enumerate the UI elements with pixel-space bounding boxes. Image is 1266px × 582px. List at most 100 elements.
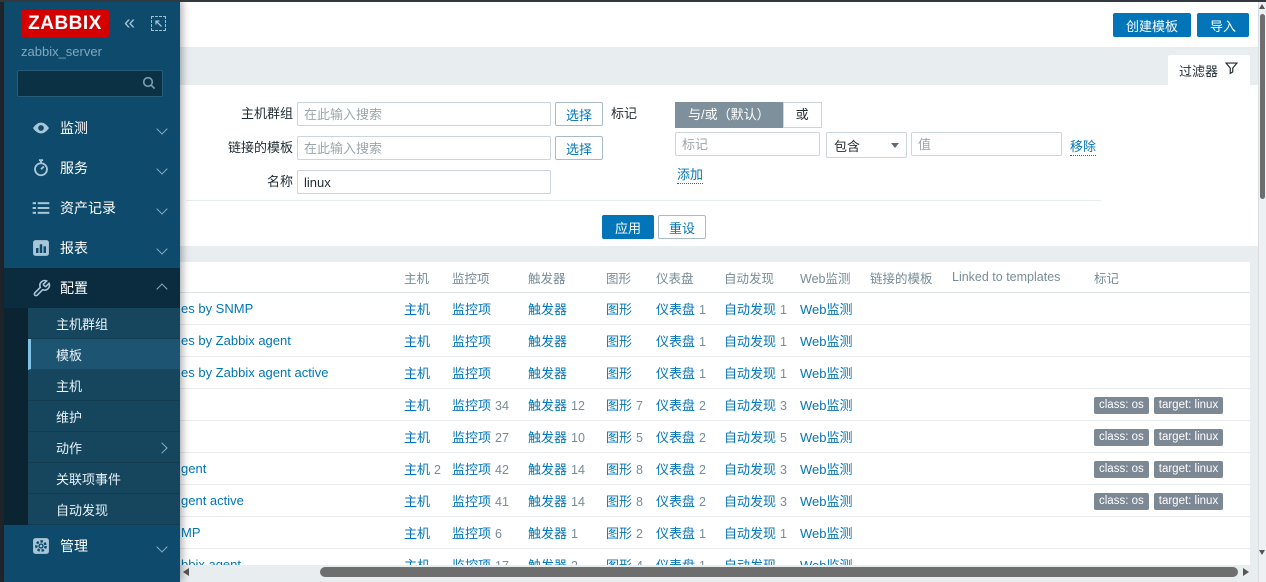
discovery-link[interactable]: 自动发现 <box>724 558 776 565</box>
web-link[interactable]: Web监测 <box>800 494 853 509</box>
hosts-link[interactable]: 主机 <box>404 366 430 381</box>
triggers-link[interactable]: 触发器 <box>528 558 567 565</box>
tag-value-input[interactable] <box>911 132 1062 156</box>
triggers-link[interactable]: 触发器 <box>528 366 567 381</box>
tag-remove-link[interactable]: 移除 <box>1070 136 1096 156</box>
web-link[interactable]: Web监测 <box>800 430 853 445</box>
sidebar-item-reports[interactable]: 报表 <box>4 228 180 268</box>
triggers-link[interactable]: 触发器 <box>528 526 567 541</box>
dashboards-link[interactable]: 仪表盘 <box>656 334 695 349</box>
template-name-link[interactable]: gent <box>181 461 206 476</box>
items-link[interactable]: 监控项 <box>452 398 491 413</box>
web-link[interactable]: Web监测 <box>800 462 853 477</box>
discovery-link[interactable]: 自动发现 <box>724 462 776 477</box>
sidebar-item-services[interactable]: 服务 <box>4 148 180 188</box>
graphs-link[interactable]: 图形 <box>606 430 632 445</box>
hosts-link[interactable]: 主机 <box>404 494 430 509</box>
hosts-link[interactable]: 主机 <box>404 302 430 317</box>
scroll-left-arrow-icon[interactable] <box>183 568 189 576</box>
triggers-link[interactable]: 触发器 <box>528 430 567 445</box>
triggers-link[interactable]: 触发器 <box>528 398 567 413</box>
triggers-link[interactable]: 触发器 <box>528 462 567 477</box>
submenu-item-maintenance[interactable]: 维护 <box>28 401 180 432</box>
tag-logic-or-button[interactable]: 或 <box>783 102 822 128</box>
dashboards-link[interactable]: 仪表盘 <box>656 430 695 445</box>
items-link[interactable]: 监控项 <box>452 430 491 445</box>
hosts-link[interactable]: 主机 <box>404 558 430 565</box>
dashboards-link[interactable]: 仪表盘 <box>656 302 695 317</box>
name-input[interactable] <box>297 170 551 194</box>
discovery-link[interactable]: 自动发现 <box>724 398 776 413</box>
submenu-item-discovery[interactable]: 自动发现 <box>28 494 180 525</box>
graphs-link[interactable]: 图形 <box>606 334 632 349</box>
tag-add-link[interactable]: 添加 <box>677 164 703 184</box>
discovery-link[interactable]: 自动发现 <box>724 366 776 381</box>
dashboards-link[interactable]: 仪表盘 <box>656 366 695 381</box>
hosts-link[interactable]: 主机 <box>404 398 430 413</box>
submenu-item-event-correlation[interactable]: 关联项事件 <box>28 463 180 494</box>
sidebar-item-configuration[interactable]: 配置 <box>4 268 180 308</box>
tag-operator-select[interactable]: 包含 <box>826 132 907 158</box>
template-name-link[interactable]: MP <box>181 525 201 540</box>
tag-name-input[interactable] <box>675 132 820 156</box>
sidebar-item-administration[interactable]: 管理 <box>4 528 180 564</box>
collapse-sidebar-icon[interactable]: « <box>124 11 135 35</box>
import-button[interactable]: 导入 <box>1197 13 1249 37</box>
graphs-link[interactable]: 图形 <box>606 398 632 413</box>
hosts-link[interactable]: 主机 <box>404 526 430 541</box>
linked-template-input[interactable] <box>297 136 551 160</box>
reset-button[interactable]: 重设 <box>658 215 706 239</box>
web-link[interactable]: Web监测 <box>800 366 853 381</box>
triggers-link[interactable]: 触发器 <box>528 494 567 509</box>
web-link[interactable]: Web监测 <box>800 398 853 413</box>
tag-logic-andor-button[interactable]: 与/或（默认） <box>675 102 783 128</box>
dashboards-link[interactable]: 仪表盘 <box>656 494 695 509</box>
discovery-link[interactable]: 自动发现 <box>724 430 776 445</box>
dashboards-link[interactable]: 仪表盘 <box>656 398 695 413</box>
graphs-link[interactable]: 图形 <box>606 302 632 317</box>
discovery-link[interactable]: 自动发现 <box>724 526 776 541</box>
dashboards-link[interactable]: 仪表盘 <box>656 558 695 565</box>
items-link[interactable]: 监控项 <box>452 462 491 477</box>
template-name-link[interactable]: es by Zabbix agent active <box>181 365 328 380</box>
items-link[interactable]: 监控项 <box>452 302 491 317</box>
submenu-item-hosts[interactable]: 主机 <box>28 370 180 401</box>
items-link[interactable]: 监控项 <box>452 366 491 381</box>
submenu-item-actions[interactable]: 动作 <box>28 432 180 463</box>
horizontal-scrollbar-thumb[interactable] <box>320 567 1238 577</box>
web-link[interactable]: Web监测 <box>800 526 853 541</box>
items-link[interactable]: 监控项 <box>452 494 491 509</box>
sidebar-search-input[interactable] <box>24 73 140 94</box>
web-link[interactable]: Web监测 <box>800 558 853 565</box>
filter-tab[interactable]: 过滤器 <box>1168 55 1250 85</box>
template-name-link[interactable]: gent active <box>181 493 244 508</box>
triggers-link[interactable]: 触发器 <box>528 334 567 349</box>
discovery-link[interactable]: 自动发现 <box>724 494 776 509</box>
graphs-link[interactable]: 图形 <box>606 558 632 565</box>
scroll-right-arrow-icon[interactable] <box>1243 568 1249 576</box>
submenu-item-templates[interactable]: 模板 <box>28 339 180 370</box>
discovery-link[interactable]: 自动发现 <box>724 302 776 317</box>
sidebar-item-monitoring[interactable]: 监测 <box>4 108 180 148</box>
dashboards-link[interactable]: 仪表盘 <box>656 526 695 541</box>
host-group-input[interactable] <box>297 102 551 126</box>
create-template-button[interactable]: 创建模板 <box>1113 13 1191 37</box>
scroll-up-arrow-icon[interactable] <box>1259 4 1265 9</box>
template-name-link[interactable]: bbix agent <box>181 557 241 565</box>
web-link[interactable]: Web监测 <box>800 302 853 317</box>
graphs-link[interactable]: 图形 <box>606 366 632 381</box>
linked-template-select-button[interactable]: 选择 <box>555 136 603 160</box>
apply-button[interactable]: 应用 <box>602 215 654 239</box>
template-name-link[interactable]: es by SNMP <box>181 301 253 316</box>
items-link[interactable]: 监控项 <box>452 558 491 565</box>
template-name-link[interactable]: es by Zabbix agent <box>181 333 291 348</box>
items-link[interactable]: 监控项 <box>452 334 491 349</box>
dashboards-link[interactable]: 仪表盘 <box>656 462 695 477</box>
sidebar-item-inventory[interactable]: 资产记录 <box>4 188 180 228</box>
graphs-link[interactable]: 图形 <box>606 494 632 509</box>
hosts-link[interactable]: 主机 <box>404 334 430 349</box>
hosts-link[interactable]: 主机 <box>404 430 430 445</box>
triggers-link[interactable]: 触发器 <box>528 302 567 317</box>
graphs-link[interactable]: 图形 <box>606 526 632 541</box>
submenu-item-host-groups[interactable]: 主机群组 <box>28 308 180 339</box>
